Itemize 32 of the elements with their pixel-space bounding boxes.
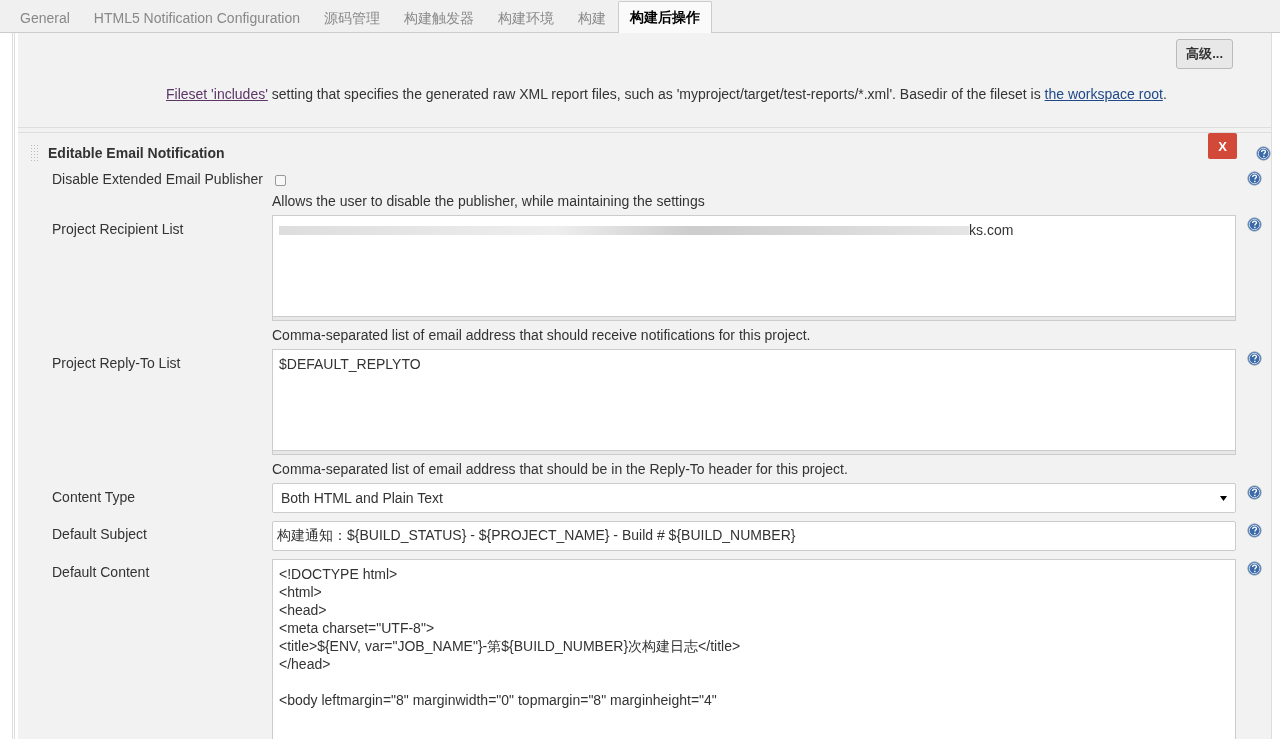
help-icon[interactable] <box>1247 561 1262 576</box>
field-label: Default Content <box>52 564 150 580</box>
field-description: Allows the user to disable the publisher, while maintaining the settings <box>272 193 705 209</box>
field-label: Project Reply-To List <box>52 355 181 371</box>
resize-grip[interactable] <box>272 451 1236 455</box>
section-title: Editable Email Notification <box>48 145 226 161</box>
workspace-link[interactable]: the workspace root <box>1044 86 1163 102</box>
content-type-select[interactable]: Both HTML and Plain Text <box>272 483 1236 513</box>
help-icon[interactable] <box>1256 145 1271 161</box>
help-icon[interactable] <box>1247 485 1262 500</box>
help-icon[interactable] <box>1247 523 1262 538</box>
content-text-area[interactable]: <!DOCTYPE html> <html> <head> <meta charset="UTF-8"> <title>${ENV, var="JOB_NAME"}-第${BUILD_NUMBER}次构建日志</title> </head> <body leftmargin="8" marginwidth="0" topmargin="8" marginheight="4" <box>272 559 1236 739</box>
help-icon[interactable] <box>1247 351 1262 366</box>
checkbox[interactable] <box>274 174 286 186</box>
input-field[interactable]: 构建通知：${BUILD_STATUS} - ${PROJECT_NAME} - Build # ${BUILD_NUMBER} <box>272 521 1236 551</box>
field-label: Content Type <box>52 489 136 505</box>
fileset-link[interactable]: Fileset 'includes' <box>166 86 268 102</box>
field-label: Disable Extended Email Publisher <box>52 171 263 187</box>
tab[interactable]: 构建后操作 <box>618 1 713 33</box>
help-icon[interactable] <box>1247 217 1262 232</box>
resize-grip[interactable] <box>272 317 1236 321</box>
help-text: Fileset 'includes' setting that specifies the generated raw XML report files, such as 'myproject/target/test-reports/*.xml'. Basedir of the fileset is the workspace root. <box>166 86 1167 102</box>
field-label: Project Recipient List <box>52 221 184 237</box>
field-label: Default Subject <box>52 526 147 542</box>
advanced-button[interactable]: 高级... <box>1176 39 1233 69</box>
delete-button[interactable]: X <box>1208 133 1237 159</box>
text-area[interactable]: $DEFAULT_REPLYTO <box>272 349 1236 451</box>
text-area[interactable]: ks.com <box>272 215 1236 317</box>
dropdown-arrow-icon <box>1220 495 1227 501</box>
help-icon[interactable] <box>1247 171 1262 186</box>
field-description: Comma-separated list of email address that should receive notifications for this project. <box>272 327 811 343</box>
field-description: Comma-separated list of email address that should be in the Reply-To header for this project. <box>272 461 848 477</box>
